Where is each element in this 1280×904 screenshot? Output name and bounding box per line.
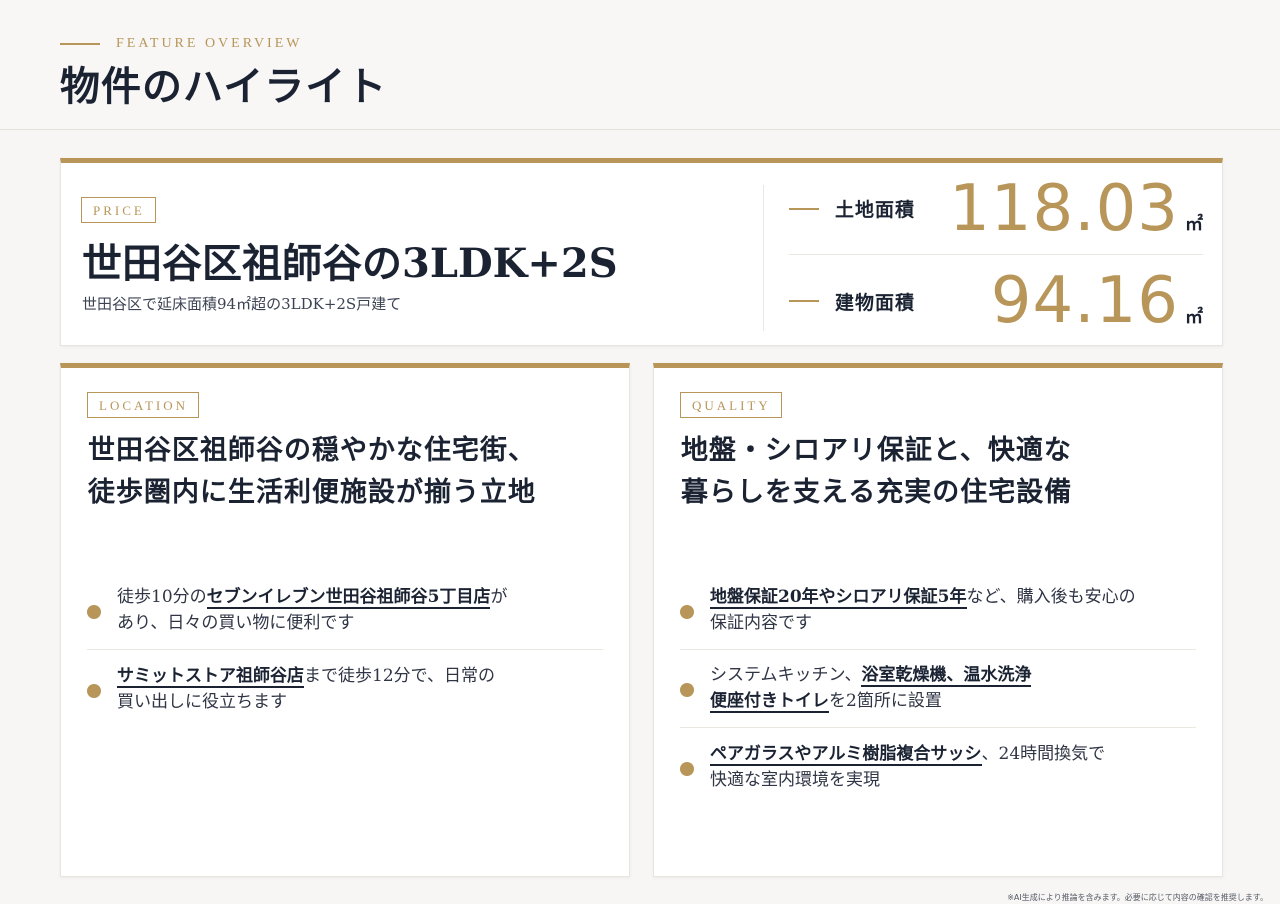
quality-heading-line: 地盤・シロアリ保証と、快適な [681,435,1072,466]
text-segment: 徒歩10分の [117,587,207,607]
list-item: 徒歩10分のセブンイレブン世田谷祖師谷5丁目店が あり、日々の買い物に便利です [87,572,603,650]
disclaimer-footnote: ※AI生成により推論を含みます。必要に応じて内容の確認を推奨します。 [1007,893,1268,902]
bullet-text: システムキッチン、浴室乾燥機、温水洗浄 便座付きトイレを2箇所に設置 [710,662,1032,714]
eyebrow-text: FEATURE OVERVIEW [116,36,303,51]
bullet-dot-icon [87,683,101,698]
building-area-label: 建物面積 [835,291,916,314]
quality-heading-line: 暮らしを支える充実の住宅設備 [681,477,1073,508]
location-heading-line: 世田谷区祖師谷の穏やかな住宅街、 [88,435,536,466]
text-segment: を2箇所に設置 [829,691,942,711]
list-item: 地盤保証20年やシロアリ保証5年など、購入後も安心の 保証内容です [680,572,1196,650]
location-bullets: 徒歩10分のセブンイレブン世田谷祖師谷5丁目店が あり、日々の買い物に便利です … [87,572,603,728]
eyebrow: FEATURE OVERVIEW [60,35,302,53]
highlight-text: 便座付きトイレ [710,691,829,713]
quality-bullets: 地盤保証20年やシロアリ保証5年など、購入後も安心の 保証内容です システムキッ… [680,572,1196,806]
quality-card: QUALITY 地盤・シロアリ保証と、快適な 暮らしを支える充実の住宅設備 地盤… [653,363,1223,877]
text-segment: システムキッチン、 [710,665,862,685]
land-area-row: 土地面積 118.03 ㎡ [789,163,1203,255]
location-heading: 世田谷区祖師谷の穏やかな住宅街、 徒歩圏内に生活利便施設が揃う立地 [88,430,608,514]
land-area-value: 118.03 [949,171,1179,246]
dash-icon [789,207,819,210]
property-subtitle: 世田谷区で延床面積94㎡超の3LDK+2S戸建て [82,295,402,313]
list-item: システムキッチン、浴室乾燥機、温水洗浄 便座付きトイレを2箇所に設置 [680,650,1196,728]
text-segment: 買い出しに役立ちます [117,691,287,712]
building-area-unit: ㎡ [1185,307,1203,328]
building-area-value: 94.16 [990,264,1179,338]
text-segment: あり、日々の買い物に便利です [117,613,355,633]
dash-icon [789,300,819,302]
text-segment: まで徒歩12分で、日常の [304,665,495,686]
list-item: ペアガラスやアルミ樹脂複合サッシ、24時間換気で 快適な室内環境を実現 [680,728,1196,806]
quality-tag: QUALITY [680,392,782,418]
land-area-unit: ㎡ [1185,214,1203,235]
highlight-text: セブンイレブン世田谷祖師谷5丁目店 [206,587,491,609]
price-card: PRICE 世田谷区祖師谷の3LDK+2S 世田谷区で延床面積94㎡超の3LDK… [60,158,1223,346]
bullet-dot-icon [680,683,694,697]
location-card: LOCATION 世田谷区祖師谷の穏やかな住宅街、 徒歩圏内に生活利便施設が揃う… [60,363,630,877]
page-title: 物件のハイライト [60,63,388,110]
bullet-dot-icon [680,761,694,776]
location-heading-line: 徒歩圏内に生活利便施設が揃う立地 [88,477,536,508]
property-title: 世田谷区祖師谷の3LDK+2S [82,240,618,287]
bullet-text: 徒歩10分のセブンイレブン世田谷祖師谷5丁目店が あり、日々の買い物に便利です [117,584,507,636]
bullet-dot-icon [680,605,694,619]
highlight-text: 浴室乾燥機、温水洗浄 [861,665,1032,687]
bullet-dot-icon [87,605,101,619]
price-tag: PRICE [81,197,156,223]
text-segment: 保証内容です [710,613,812,633]
text-segment: など、購入後も安心の [966,587,1136,607]
highlight-text: ペアガラスやアルミ樹脂複合サッシ [710,743,982,766]
text-segment: が [490,587,508,607]
page-header: FEATURE OVERVIEW 物件のハイライト [0,0,1280,130]
quality-heading: 地盤・シロアリ保証と、快適な 暮らしを支える充実の住宅設備 [681,430,1201,514]
location-tag: LOCATION [87,392,199,418]
bullet-text: 地盤保証20年やシロアリ保証5年など、購入後も安心の 保証内容です [710,584,1136,636]
eyebrow-rule [60,43,100,45]
text-segment: 快適な室内環境を実現 [710,769,880,790]
text-segment: 、24時間換気で [981,743,1106,764]
list-item: サミットストア祖師谷店まで徒歩12分で、日常の 買い出しに役立ちます [87,650,603,728]
highlight-text: サミットストア祖師谷店 [117,665,304,688]
bullet-text: サミットストア祖師谷店まで徒歩12分で、日常の 買い出しに役立ちます [117,663,495,715]
highlight-text: 地盤保証20年やシロアリ保証5年 [710,587,967,609]
price-divider [763,185,764,331]
land-area-label: 土地面積 [835,199,916,221]
bullet-text: ペアガラスやアルミ樹脂複合サッシ、24時間換気で 快適な室内環境を実現 [710,741,1105,793]
building-area-row: 建物面積 94.16 ㎡ [789,255,1203,347]
